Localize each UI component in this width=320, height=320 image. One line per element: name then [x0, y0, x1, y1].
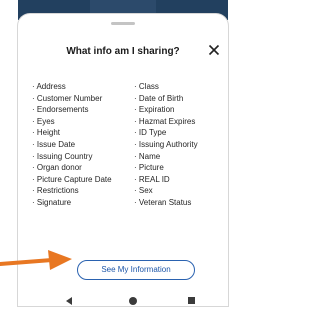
field-item: · REAL ID — [134, 174, 170, 184]
field-item: · Picture — [134, 163, 164, 173]
field-item: · Customer Number — [32, 93, 103, 103]
list-item: · Restrictions · Sex — [32, 185, 222, 197]
list-item: · Endorsements · Expiration — [32, 104, 222, 116]
drag-handle[interactable] — [111, 22, 135, 25]
field-item: · Hazmat Expires — [134, 116, 196, 126]
system-nav-bar — [18, 284, 228, 320]
recent-square-icon[interactable] — [188, 297, 195, 304]
home-circle-icon[interactable] — [129, 297, 137, 305]
field-item: · Issue Date — [32, 139, 76, 149]
field-item: · Class — [134, 82, 159, 91]
field-item: · Veteran Status — [134, 197, 192, 207]
field-item: · ID Type — [134, 128, 167, 138]
list-item: · Customer Number · Date of Birth — [32, 93, 222, 105]
dialog-title: What info am I sharing? — [66, 46, 180, 57]
list-item: · Picture Capture Date · REAL ID — [32, 174, 222, 186]
list-item: · Issuing Country · Name — [32, 151, 222, 163]
list-item: · Eyes · Hazmat Expires — [32, 116, 222, 128]
field-item: · Eyes — [32, 116, 55, 126]
field-item: · Issuing Country — [32, 151, 93, 161]
field-item: · Height — [32, 128, 61, 138]
list-item: · Address · Class — [32, 81, 222, 93]
field-item: · Sex — [134, 186, 153, 196]
arrow-right-icon — [0, 247, 74, 278]
list-item: · Signature · Veteran Status — [32, 197, 222, 209]
list-item: · Issue Date · Issuing Authority — [32, 139, 222, 151]
close-icon[interactable] — [207, 43, 221, 57]
field-item: · Expiration — [134, 105, 175, 115]
back-triangle-icon[interactable] — [66, 297, 72, 305]
field-item: · Address — [32, 82, 66, 91]
list-item: · Height · ID Type — [32, 127, 222, 139]
field-item: · Organ donor — [32, 163, 82, 173]
see-my-information-button[interactable]: See My Information — [77, 260, 195, 280]
field-item: · Endorsements — [32, 105, 89, 115]
field-item: · Picture Capture Date — [32, 174, 112, 184]
field-item: · Signature — [32, 197, 72, 207]
field-item: · Name — [134, 151, 161, 161]
field-item: · Issuing Authority — [134, 139, 198, 149]
field-item: · Date of Birth — [134, 93, 184, 103]
shared-fields-list: · Address · Class · Customer Number · Da… — [32, 81, 222, 209]
field-item: · Restrictions — [32, 186, 79, 196]
list-item: · Organ donor · Picture — [32, 162, 222, 174]
